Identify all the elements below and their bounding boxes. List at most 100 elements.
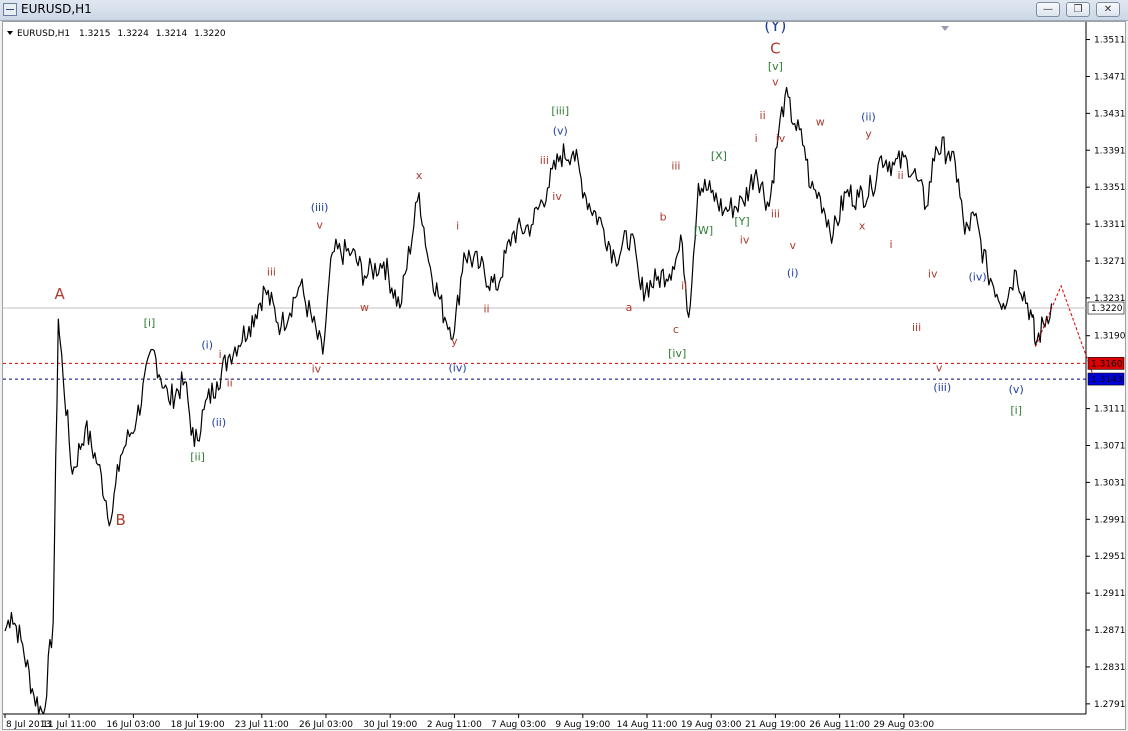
time-tick-label-9: 9 Aug 19:00: [555, 720, 610, 729]
wave-label-3: v: [772, 76, 779, 89]
wave-label-14: v: [316, 219, 323, 232]
time-tick-label-2: 16 Jul 03:00: [106, 720, 160, 729]
chart-area[interactable]: EURUSD,H1 1.3215 1.3224 1.3214 1.3220 (Y…: [2, 21, 1126, 730]
wave-label-10: i: [219, 348, 222, 361]
wave-label-53: (v): [1009, 383, 1024, 396]
wave-label-9: (ii): [211, 416, 226, 429]
wave-label-11: ii: [227, 377, 233, 390]
wave-label-30: iii: [671, 160, 680, 173]
wave-label-44: (ii): [861, 111, 876, 124]
time-tick-label-11: 19 Aug 03:00: [681, 720, 742, 729]
price-badge-label-2: 1.3143: [1091, 375, 1123, 385]
time-tick-label-13: 26 Aug 11:00: [809, 720, 870, 729]
wave-label-31: ii: [681, 280, 687, 293]
price-tick-label-16: 1.2831: [1094, 663, 1125, 673]
price-chart[interactable]: EURUSD,H1 1.3215 1.3224 1.3214 1.3220 (Y…: [3, 22, 1125, 729]
close-icon: ✕: [1103, 4, 1113, 15]
price-tick-label-8: 1.3190: [1094, 332, 1125, 342]
wave-label-54: [i]: [1010, 404, 1022, 417]
time-tick-label-12: 21 Aug 19:00: [745, 720, 806, 729]
wave-label-15: iv: [312, 363, 322, 376]
wave-label-32: [X]: [711, 150, 727, 163]
price-tick-label-2: 1.3431: [1094, 109, 1125, 119]
time-tick-label-7: 2 Aug 11:00: [427, 720, 482, 729]
chart-close: 1.3220: [194, 29, 226, 39]
wave-label-51: (iii): [933, 381, 951, 394]
price-tick-label-5: 1.3311: [1094, 220, 1125, 230]
price-tick-label-10: 1.3071: [1094, 442, 1125, 452]
time-tick-label-8: 7 Aug 03:00: [491, 720, 546, 729]
wave-label-1: C: [770, 39, 780, 57]
wave-label-25: iv: [552, 190, 562, 203]
time-tick-label-1: 11 Jul 11:00: [42, 720, 96, 729]
wave-label-42: w: [816, 115, 825, 128]
wave-label-21: ii: [483, 303, 489, 316]
wave-label-39: iv: [776, 132, 786, 145]
wave-label-20: i: [456, 220, 459, 233]
price-tick-label-12: 1.2991: [1094, 515, 1125, 525]
time-tick-label-14: 29 Aug 03:00: [873, 720, 934, 729]
chart-window-icon: [3, 3, 17, 16]
plot-background: [3, 22, 1086, 714]
wave-label-38: iii: [771, 208, 780, 221]
time-tick-label-3: 18 Jul 19:00: [171, 720, 225, 729]
wave-label-8: (i): [201, 339, 213, 352]
price-tick-label-14: 1.2911: [1094, 589, 1125, 599]
wave-label-40: v: [789, 239, 796, 252]
price-badge-label-1: 1.3160: [1091, 359, 1123, 369]
restore-button[interactable]: ❐: [1066, 2, 1090, 17]
price-tick-label-1: 1.3471: [1094, 72, 1125, 82]
price-tick-label-17: 1.2791: [1094, 700, 1125, 710]
wave-label-22: [iii]: [551, 104, 569, 117]
price-tick-label-15: 1.2871: [1094, 626, 1125, 636]
wave-label-26: a: [626, 301, 633, 314]
wave-label-4: A: [54, 285, 65, 303]
chart-info-text: EURUSD,H1 1.3215 1.3224 1.3214 1.3220: [17, 29, 226, 39]
wave-label-17: x: [416, 169, 423, 182]
wave-label-2: [v]: [768, 60, 783, 73]
window-title: EURUSD,H1: [21, 2, 92, 16]
chart-symbol: EURUSD,H1: [17, 29, 70, 39]
price-tick-label-0: 1.3511: [1094, 36, 1125, 46]
wave-label-5: B: [115, 511, 125, 529]
wave-label-46: ii: [898, 169, 904, 182]
wave-label-16: w: [360, 301, 369, 314]
wave-label-23: (v): [553, 125, 568, 138]
price-badges: 1.3220 1.3160 1.3143: [1087, 301, 1125, 386]
time-tick-label-10: 14 Aug 11:00: [617, 720, 678, 729]
price-tick-label-3: 1.3391: [1094, 146, 1125, 156]
wave-label-6: [i]: [144, 317, 156, 330]
minimize-button[interactable]: —: [1036, 2, 1060, 17]
wave-label-49: iii: [912, 321, 921, 334]
wave-label-41: (i): [787, 267, 799, 280]
wave-label-50: v: [936, 362, 943, 375]
minimize-icon: —: [1043, 4, 1053, 15]
wave-label-37: ii: [760, 109, 766, 122]
wave-label-27: b: [660, 210, 667, 223]
time-tick-label-5: 26 Jul 03:00: [299, 720, 353, 729]
window-titlebar: EURUSD,H1 — ❐ ✕: [0, 0, 1128, 21]
wave-label-12: iii: [267, 266, 276, 279]
price-tick-label-13: 1.2951: [1094, 552, 1125, 562]
price-tick-label-4: 1.3351: [1094, 183, 1125, 193]
time-axis: 8 Jul 201311 Jul 11:00 16 Jul 03:00 18 Jul…: [4, 714, 934, 729]
wave-label-43: x: [859, 220, 866, 233]
price-axis: 1.3511 1.3471 1.3431 1.3391 1.3351 1.3311 1.32…: [1086, 36, 1125, 710]
chart-open: 1.3215: [79, 29, 111, 39]
wave-label-34: [Y]: [734, 215, 749, 228]
restore-icon: ❐: [1073, 4, 1083, 15]
chart-high: 1.3224: [117, 29, 149, 39]
wave-label-48: iv: [928, 268, 938, 281]
wave-label-36: i: [755, 132, 758, 145]
chart-low: 1.3214: [156, 29, 188, 39]
wave-label-0: (Y): [764, 22, 786, 35]
wave-label-19: (iv): [449, 362, 467, 375]
wave-label-52: (iv): [969, 270, 987, 283]
wave-label-33: [W]: [694, 224, 713, 237]
wave-label-18: y: [451, 335, 458, 348]
wave-label-13: (iii): [311, 201, 329, 214]
close-button[interactable]: ✕: [1096, 2, 1120, 17]
price-badge-label-0: 1.3220: [1091, 304, 1123, 314]
time-tick-label-6: 30 Jul 19:00: [363, 720, 417, 729]
price-tick-label-9: 1.3111: [1094, 405, 1125, 415]
